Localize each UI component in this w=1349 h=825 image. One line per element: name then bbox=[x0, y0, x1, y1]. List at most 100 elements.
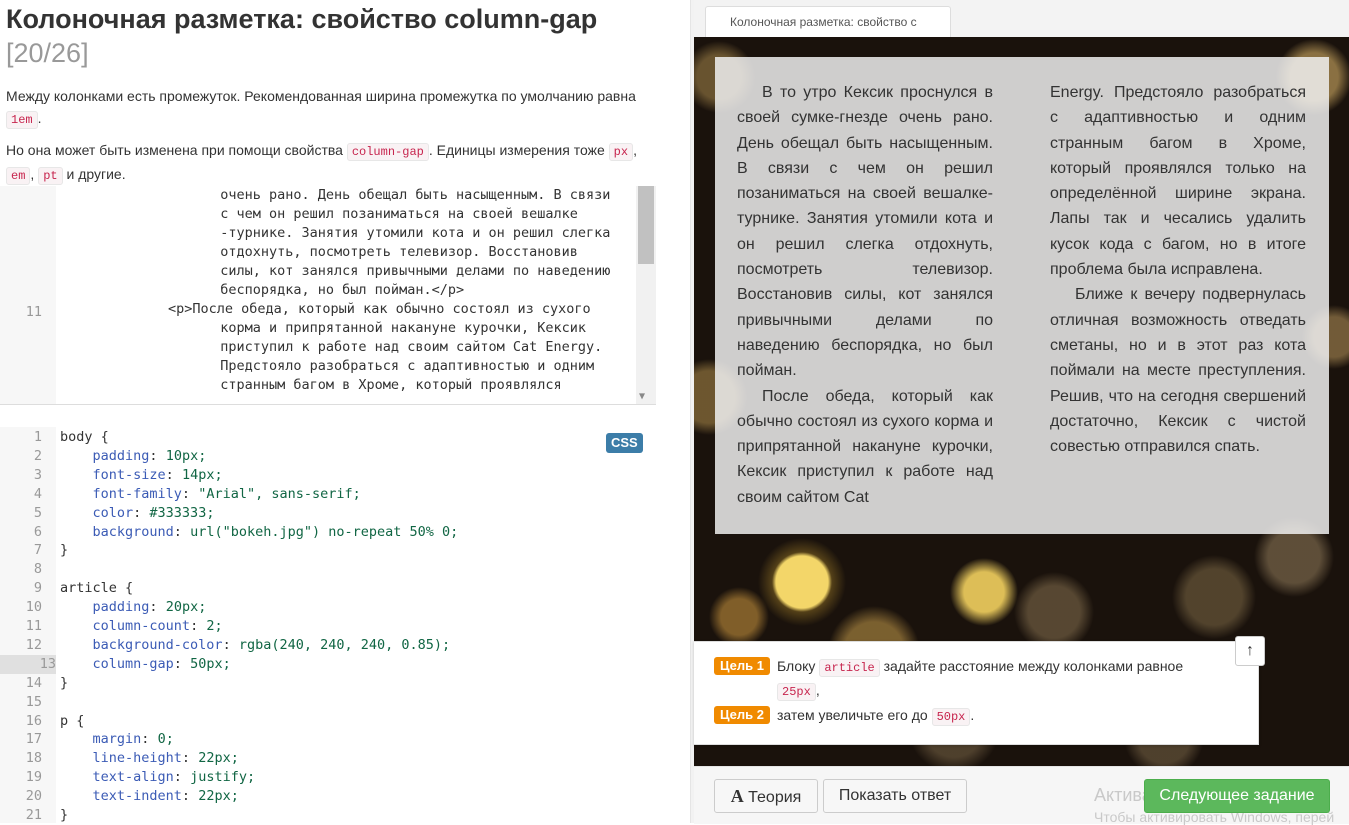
css-code-line[interactable]: 12 background-color: rgba(240, 240, 240,… bbox=[0, 636, 656, 655]
css-code-line[interactable]: 17 margin: 0; bbox=[0, 730, 656, 749]
code-article: article bbox=[819, 659, 880, 677]
css-line-number: 4 bbox=[33, 485, 42, 502]
css-code-line[interactable]: 2 padding: 10px; bbox=[0, 447, 656, 466]
html-line-number: 11 bbox=[25, 304, 42, 320]
html-code-line: <p>После обеда, который как обычно состо… bbox=[168, 301, 591, 317]
css-line-text: text-align: justify; bbox=[92, 769, 256, 786]
html-editor-scrollbar[interactable]: ▼ bbox=[636, 186, 656, 404]
css-code-line[interactable]: 9 article { bbox=[0, 579, 656, 598]
css-code-line[interactable]: 7} bbox=[0, 541, 656, 560]
css-line-text: body { bbox=[60, 429, 109, 445]
css-editor[interactable]: 1 body {2 padding: 10px; 3 font-size: 14px… bbox=[0, 427, 656, 823]
css-line-number: 3 bbox=[33, 466, 42, 483]
goal-1-label: Цель 1 bbox=[714, 657, 770, 675]
collapse-tasks-button[interactable]: ↑ bbox=[1235, 636, 1265, 666]
preview-tab[interactable]: Колоночная разметка: свойство с bbox=[705, 6, 951, 37]
next-task-button[interactable]: Следующее задание bbox=[1144, 779, 1330, 813]
css-line-number: 8 bbox=[33, 561, 42, 578]
css-line-number: 19 bbox=[25, 769, 42, 786]
css-line-text: } bbox=[60, 542, 69, 559]
css-line-text: padding: 20px; bbox=[92, 599, 207, 616]
code-pt: pt bbox=[38, 167, 63, 185]
css-code-line[interactable]: 8 bbox=[0, 560, 656, 579]
article-paragraph: Ближе к вечеру подвернулась отличная воз… bbox=[1050, 286, 1306, 456]
css-line-number: 9 bbox=[33, 580, 42, 597]
code-50px: 50px bbox=[931, 708, 971, 726]
article-column-1: В то утро Кексик проснулся в своей сумке… bbox=[737, 80, 993, 510]
css-badge: CSS bbox=[606, 433, 643, 453]
preview-article: В то утро Кексик проснулся в своей сумке… bbox=[715, 57, 1329, 534]
css-line-number: 21 bbox=[25, 807, 42, 823]
css-line-text: article { bbox=[60, 580, 134, 597]
article-paragraph: После обеда, который как обычно состоял … bbox=[737, 387, 993, 506]
css-code-line[interactable]: 10 padding: 20px; bbox=[0, 598, 656, 617]
css-code-line[interactable]: 20 text-indent: 22px; bbox=[0, 787, 656, 806]
scroll-down-icon[interactable]: ▼ bbox=[639, 391, 645, 402]
css-line-number: 12 bbox=[25, 636, 42, 653]
css-code-line[interactable]: 15 bbox=[0, 693, 656, 712]
article-paragraph: Energy. Предстояло разобраться с адаптив… bbox=[1050, 84, 1306, 279]
css-line-text: padding: 10px; bbox=[92, 447, 207, 464]
css-line-text: background-color: rgba(240, 240, 240, 0.… bbox=[92, 636, 451, 653]
css-line-text: font-size: 14px; bbox=[92, 466, 223, 483]
html-code-line: -турнике. Занятия утомили кота и он реши… bbox=[204, 225, 611, 241]
css-line-number: 16 bbox=[25, 712, 42, 729]
css-code-line[interactable]: 16 p { bbox=[0, 712, 656, 731]
html-code-line: беспорядка, но был пойман.</p> bbox=[204, 282, 465, 298]
theory-label: Теория bbox=[748, 789, 802, 806]
lesson-panel: Колоночная разметка: свойство column-gap… bbox=[0, 0, 690, 823]
html-code-line: отдохнуть, посмотреть телевизор. Восстан… bbox=[204, 244, 578, 260]
css-line-number: 6 bbox=[33, 523, 42, 540]
css-line-text: line-height: 22px; bbox=[92, 750, 239, 767]
html-editor[interactable]: 11 очень рано. День обещал быть насыщенн… bbox=[0, 186, 656, 405]
html-code-line: с чем он решил позаниматься на своей веш… bbox=[204, 206, 578, 222]
css-line-number: 10 bbox=[25, 599, 42, 616]
css-line-number: 13 bbox=[0, 654, 56, 674]
css-line-number: 20 bbox=[25, 788, 42, 805]
show-answer-button[interactable]: Показать ответ bbox=[823, 779, 967, 813]
css-code-line[interactable]: 19 text-align: justify; bbox=[0, 768, 656, 787]
html-code-line: приступил к работе над своим сайтом Cat … bbox=[204, 339, 603, 355]
preview-panel: Колоночная разметка: свойство с В то утр… bbox=[694, 0, 1349, 825]
css-code-line[interactable]: 21} bbox=[0, 806, 656, 823]
bottom-toolbar: A Теория Показать ответ Активация Window… bbox=[694, 766, 1349, 825]
theory-button[interactable]: A Теория bbox=[714, 779, 818, 813]
css-line-number: 2 bbox=[33, 447, 42, 464]
lesson-counter: [20/26] bbox=[6, 38, 89, 68]
css-line-text: column-count: 2; bbox=[92, 618, 223, 634]
html-editor-code[interactable]: очень рано. День обещал быть насыщенным.… bbox=[60, 186, 635, 395]
css-code-line[interactable]: 1 body { bbox=[0, 428, 656, 447]
css-line-text: } bbox=[60, 674, 69, 691]
css-line-text: background: url("bokeh.jpg") no-repeat 5… bbox=[92, 523, 459, 540]
arrow-up-icon: ↑ bbox=[1246, 642, 1254, 659]
css-line-text: p { bbox=[60, 712, 85, 729]
css-line-text: } bbox=[60, 807, 69, 823]
code-column-gap: column-gap bbox=[346, 143, 429, 161]
scrollbar-thumb[interactable] bbox=[638, 186, 654, 264]
css-line-number: 5 bbox=[33, 504, 42, 521]
css-code-line[interactable]: 18 line-height: 22px; bbox=[0, 749, 656, 768]
css-line-text: margin: 0; bbox=[92, 731, 174, 748]
goal-2-label: Цель 2 bbox=[714, 706, 770, 724]
goal-1-text: Блоку article задайте расстояние между к… bbox=[777, 658, 1184, 701]
css-code-line[interactable]: 4 font-family: "Arial", sans-serif; bbox=[0, 485, 656, 504]
css-line-number: 7 bbox=[33, 542, 42, 559]
lesson-title: Колоночная разметка: свойство column-gap… bbox=[6, 2, 686, 70]
code-em: em bbox=[6, 167, 31, 185]
css-line-text: font-family: "Arial", sans-serif; bbox=[92, 485, 361, 502]
css-line-number: 17 bbox=[25, 731, 42, 748]
preview-tabbar: Колоночная разметка: свойство с bbox=[694, 0, 1349, 38]
article-column-2: Energy. Предстояло разобраться с адаптив… bbox=[1050, 80, 1306, 459]
lesson-title-text: Колоночная разметка: свойство column-gap bbox=[6, 4, 598, 34]
intro-paragraph-2: Но она может быть изменена при помощи св… bbox=[6, 142, 637, 185]
css-code-line[interactable]: 5 color: #333333; bbox=[0, 504, 656, 523]
css-code-line[interactable]: 14} bbox=[0, 674, 656, 693]
css-code-line[interactable]: 11 column-count: 2; bbox=[0, 617, 656, 636]
css-line-text: color: #333333; bbox=[92, 504, 215, 521]
css-line-number: 18 bbox=[25, 750, 42, 767]
theory-icon: A bbox=[730, 786, 744, 806]
css-code-line[interactable]: 3 font-size: 14px; bbox=[0, 466, 656, 485]
css-code-line[interactable]: 13 column-gap: 50px; bbox=[0, 654, 656, 674]
html-editor-gutter bbox=[0, 186, 56, 404]
css-code-line[interactable]: 6 background: url("bokeh.jpg") no-repeat… bbox=[0, 523, 656, 542]
